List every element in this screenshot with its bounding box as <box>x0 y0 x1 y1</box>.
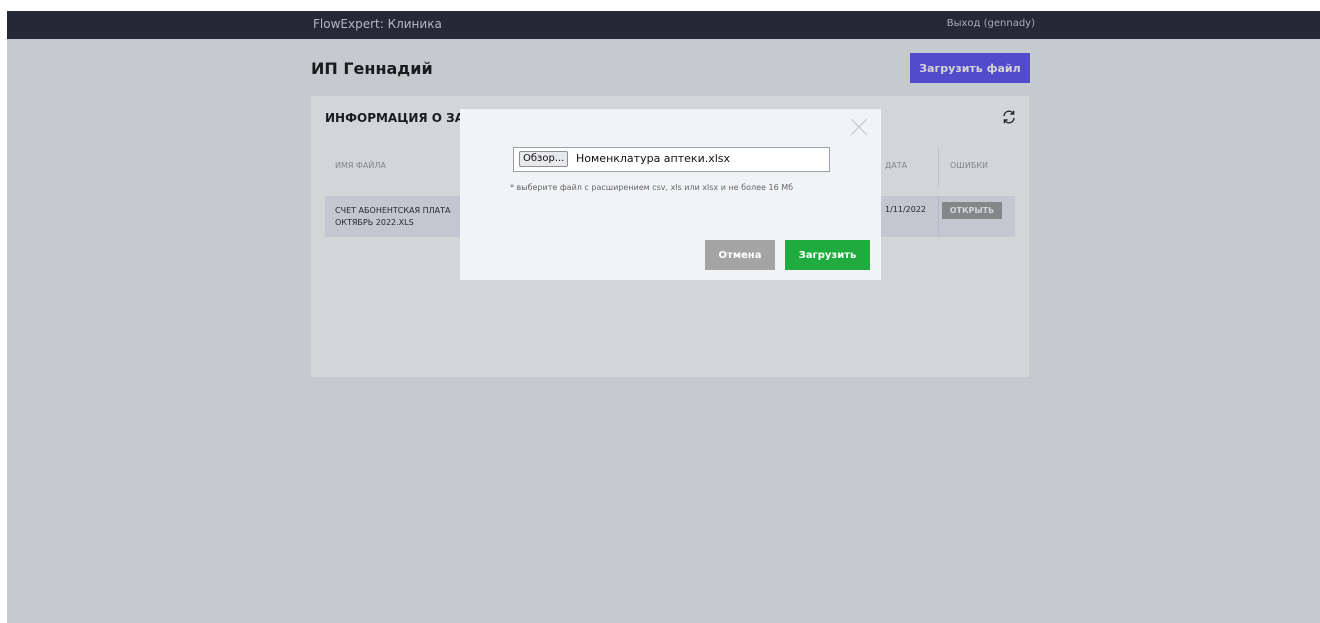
cancel-button[interactable]: Отмена <box>705 240 775 270</box>
submit-upload-button[interactable]: Загрузить <box>785 240 870 270</box>
browse-button[interactable]: Обзор... <box>519 151 569 167</box>
file-input[interactable]: Обзор... Номенклатура аптеки.xlsx <box>513 147 830 172</box>
selected-file-name: Номенклатура аптеки.xlsx <box>576 152 731 165</box>
modal-backdrop[interactable] <box>7 11 1320 623</box>
file-requirements-hint: * выберите файл с расширением csv, xls и… <box>510 183 794 192</box>
app-screen: FlowExpert: Клиника Выход (gennady) ИП Г… <box>7 11 1320 623</box>
close-icon[interactable] <box>849 117 869 137</box>
upload-file-dialog: Обзор... Номенклатура аптеки.xlsx * выбе… <box>460 109 881 280</box>
